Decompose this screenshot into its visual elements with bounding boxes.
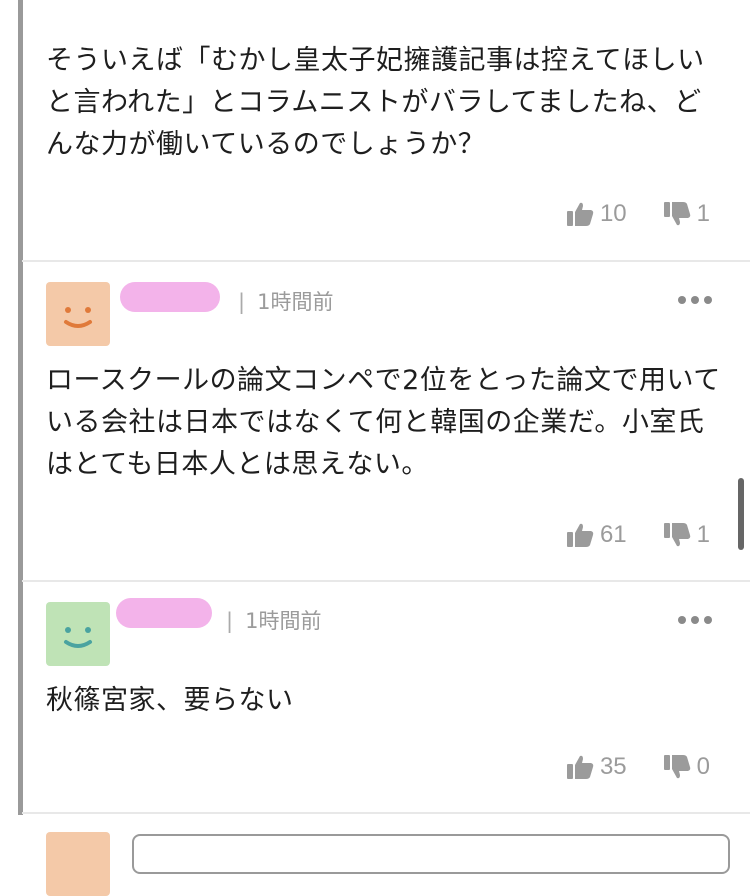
comment-meta: | 1時間前 <box>238 286 333 316</box>
scrollbar-thumb[interactable] <box>738 478 744 550</box>
comment-body: そういえば「むかし皇太子妃擁護記事は控えてほしいと言われた」とコラムニストがバラ… <box>46 45 705 160</box>
comment-time: 1時間前 <box>245 609 322 633</box>
more-options-icon[interactable] <box>678 616 712 624</box>
thumbs-up-icon <box>566 201 594 227</box>
redacted-username[interactable] <box>120 282 220 312</box>
comment-body: ロースクールの論文コンペで2位をとった論文で用いている会社は日本ではなくて何と韓… <box>46 365 721 480</box>
my-avatar <box>46 832 110 896</box>
avatar[interactable] <box>46 282 110 346</box>
thumbs-up-icon <box>566 754 594 780</box>
smiley-face-icon <box>64 627 92 648</box>
dislike-count: 1 <box>696 200 710 227</box>
thread-indent-bar <box>0 0 23 857</box>
comment-reactions: 35 0 <box>566 753 710 781</box>
comment-divider <box>22 260 750 262</box>
smiley-face-icon <box>64 307 92 328</box>
reply-input[interactable] <box>132 834 730 874</box>
dislike-button[interactable]: 1 <box>663 200 710 228</box>
like-count: 35 <box>599 753 627 780</box>
comment-time: 1時間前 <box>257 290 334 314</box>
like-button[interactable]: 10 <box>566 200 627 228</box>
redacted-username[interactable] <box>116 598 212 628</box>
dislike-button[interactable]: 0 <box>663 753 710 781</box>
thumbs-down-icon <box>663 522 691 548</box>
more-options-icon[interactable] <box>678 296 712 304</box>
dislike-button[interactable]: 1 <box>663 521 710 549</box>
thumbs-down-icon <box>663 754 691 780</box>
like-count: 10 <box>599 200 627 227</box>
thumbs-down-icon <box>663 201 691 227</box>
avatar[interactable] <box>46 602 110 666</box>
meta-separator: | <box>226 609 234 633</box>
like-button[interactable]: 35 <box>566 753 627 781</box>
thumbs-up-icon <box>566 522 594 548</box>
like-button[interactable]: 61 <box>566 521 627 549</box>
meta-separator: | <box>238 290 246 314</box>
comment-reactions: 10 1 <box>566 200 710 228</box>
dislike-count: 1 <box>696 521 710 548</box>
comment-meta: | 1時間前 <box>226 605 321 635</box>
comment-reactions: 61 1 <box>566 521 710 549</box>
like-count: 61 <box>599 521 627 548</box>
comment-divider <box>22 580 750 582</box>
comment-body: 秋篠宮家、要らない <box>46 685 294 716</box>
comment-divider <box>22 812 750 814</box>
dislike-count: 0 <box>696 753 710 780</box>
